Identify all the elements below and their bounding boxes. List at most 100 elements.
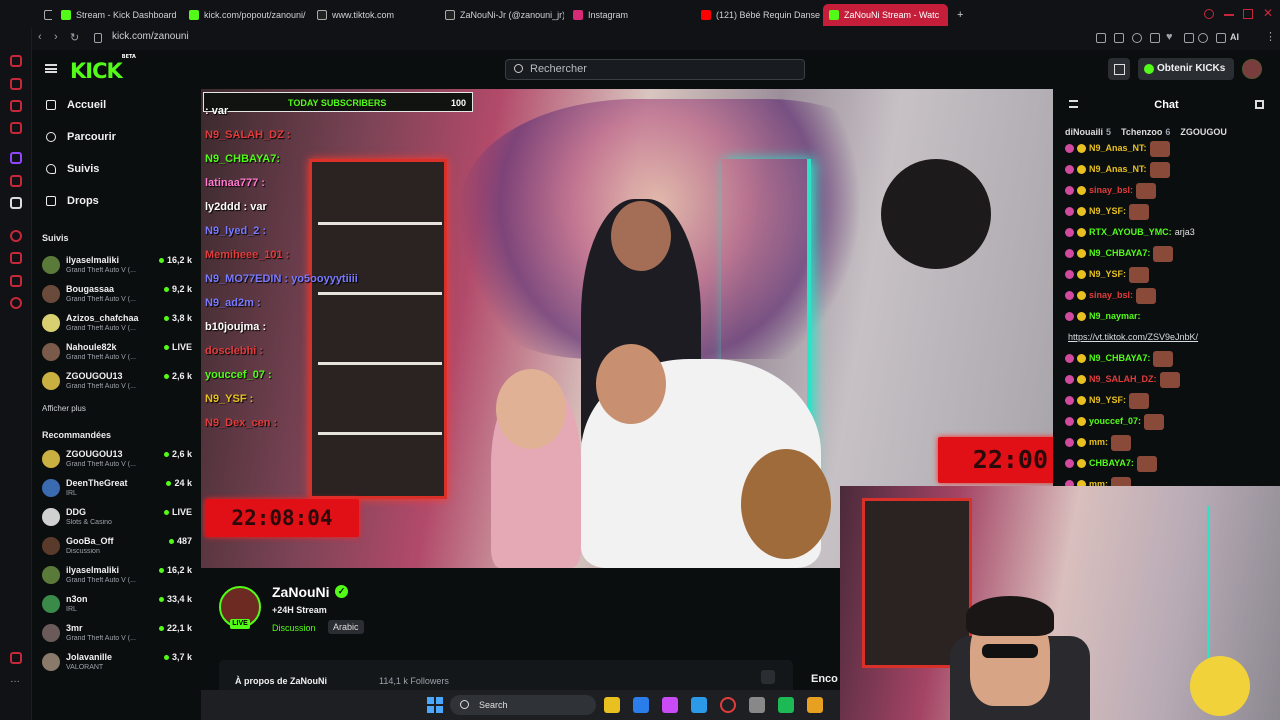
search-input[interactable]: Rechercher xyxy=(505,59,805,80)
chat-username[interactable]: mm: xyxy=(1089,437,1108,447)
search-tabs-icon[interactable] xyxy=(1204,9,1214,19)
chat-username[interactable]: sinay_bsl: xyxy=(1089,185,1133,195)
chat-username[interactable]: N9_YSF: xyxy=(1089,206,1126,216)
emote-icon xyxy=(1153,245,1174,262)
tiktok-icon[interactable] xyxy=(10,175,22,187)
tab-instagram[interactable]: Instagram xyxy=(567,4,692,26)
channel-item[interactable]: ZGOUGOU13 Grand Theft Auto V (... 2,6 k xyxy=(42,447,192,473)
show-more-link[interactable]: Afficher plus xyxy=(42,404,86,413)
forward-icon[interactable]: › xyxy=(54,31,58,43)
chat-link[interactable]: https://vt.tiktok.com/ZSV9eJnbK/ xyxy=(1068,332,1198,342)
instagram-icon[interactable] xyxy=(10,122,22,134)
channel-item[interactable]: ZGOUGOU13 Grand Theft Auto V (... 2,6 k xyxy=(42,369,192,395)
taskbar-app-icon[interactable] xyxy=(633,697,649,713)
messenger-icon[interactable] xyxy=(10,78,22,90)
download-icon[interactable] xyxy=(10,252,22,264)
kick-logo[interactable]: KICKBETA xyxy=(70,54,136,83)
history-icon[interactable] xyxy=(10,230,22,242)
gx-icon[interactable] xyxy=(10,652,22,664)
channel-item[interactable]: DeenTheGreat IRL 24 k xyxy=(42,476,192,502)
chat-message: N9_SALAH_DZ: xyxy=(1065,369,1180,389)
get-kicks-button[interactable]: Obtenir KICKs xyxy=(1138,58,1234,80)
chat-username[interactable]: RTX_AYOUB_YMC: xyxy=(1089,227,1172,237)
taskbar-app-icon[interactable] xyxy=(749,697,765,713)
maximize-icon[interactable] xyxy=(1243,9,1253,19)
twitch-icon[interactable] xyxy=(10,152,22,164)
chat-username[interactable]: N9_naymar: xyxy=(1089,311,1141,321)
emote-icon xyxy=(1129,203,1150,220)
tab-youtube[interactable]: (121) Bébé Requin Danse | xyxy=(695,4,820,26)
channel-item[interactable]: 3mr Grand Theft Auto V (... 22,1 k xyxy=(42,621,192,647)
windows-start-icon[interactable] xyxy=(427,697,443,713)
channel-item[interactable]: n3on IRL 33,4 k xyxy=(42,592,192,618)
taskbar-search[interactable]: Search xyxy=(450,695,596,715)
channel-item[interactable]: Bougassaa Grand Theft Auto V (... 9,2 k xyxy=(42,282,192,308)
stream-category[interactable]: Discussion xyxy=(272,623,316,633)
taskbar-app-icon[interactable] xyxy=(604,697,620,713)
account-icon[interactable] xyxy=(1198,33,1208,43)
close-window-icon[interactable]: ✕ xyxy=(1263,6,1273,20)
taskbar-app-icon[interactable] xyxy=(807,697,823,713)
back-icon[interactable]: ‹ xyxy=(38,31,42,43)
tab-zanouni-stream[interactable]: ZaNouNi Stream - Watc xyxy=(823,4,948,26)
channel-item[interactable]: ilyaselmaliki Grand Theft Auto V (... 16,2… xyxy=(42,253,192,279)
settings-icon[interactable] xyxy=(10,297,22,309)
x-icon[interactable] xyxy=(10,197,22,209)
wallet-icon[interactable] xyxy=(1184,33,1194,43)
nav-home[interactable]: Accueil xyxy=(44,95,106,115)
taskbar-app-icon[interactable] xyxy=(778,697,794,713)
channel-item[interactable]: GooBa_Off Discussion 487 xyxy=(42,534,192,560)
chat-users-icon[interactable] xyxy=(1255,100,1264,109)
heart-icon[interactable]: ♥ xyxy=(1166,31,1173,43)
taskbar-app-icon[interactable] xyxy=(691,697,707,713)
new-tab-button[interactable]: + xyxy=(951,4,967,26)
chat-username[interactable]: N9_Anas_NT: xyxy=(1089,164,1147,174)
aria-icon[interactable] xyxy=(10,55,22,67)
taskbar-app-icon[interactable] xyxy=(662,697,678,713)
channel-category: VALORANT xyxy=(66,664,104,671)
channel-item[interactable]: Azizos_chafchaa Grand Theft Auto V (... 3,… xyxy=(42,311,192,337)
chat-username[interactable]: N9_YSF: xyxy=(1089,269,1126,279)
channel-item[interactable]: DDG Slots & Casino LIVE xyxy=(42,505,192,531)
snapshot-icon[interactable] xyxy=(1114,33,1124,43)
minimize-icon[interactable] xyxy=(1224,14,1234,16)
chat-username[interactable]: N9_CHBAYA7: xyxy=(1089,353,1150,363)
tab-kick-dashboard[interactable]: Stream - Kick Dashboard xyxy=(55,4,180,26)
chat-username[interactable]: N9_CHBAYA7: xyxy=(1089,248,1150,258)
menu-icon[interactable]: ⋮ xyxy=(1265,30,1276,43)
reload-icon[interactable]: ↻ xyxy=(70,31,79,44)
nav-browse[interactable]: Parcourir xyxy=(44,127,116,147)
menu-toggle-icon[interactable] xyxy=(45,64,57,73)
adblock-icon[interactable] xyxy=(1132,33,1142,43)
tab-kick-popout[interactable]: kick.com/popout/zanouni/ xyxy=(183,4,308,26)
chat-username[interactable]: sinay_bsl: xyxy=(1089,290,1133,300)
nav-drops[interactable]: Drops xyxy=(44,191,99,211)
chat-username[interactable]: youccef_07: xyxy=(1089,416,1141,426)
chat-username[interactable]: N9_Anas_NT: xyxy=(1089,143,1147,153)
player-icon[interactable] xyxy=(1150,33,1160,43)
ai-button[interactable]: AI xyxy=(1230,32,1239,42)
chat-username[interactable]: CHBAYA7: xyxy=(1089,458,1134,468)
language-tag[interactable]: Arabic xyxy=(328,620,364,634)
channel-item[interactable]: Nahoule82k Grand Theft Auto V (... LIVE xyxy=(42,340,192,366)
gifter-name: ZGOUGOU xyxy=(1180,127,1227,137)
channel-item[interactable]: ilyaselmaliki Grand Theft Auto V (... 16,2… xyxy=(42,563,192,589)
user-avatar[interactable] xyxy=(1242,59,1262,79)
url-field[interactable]: kick.com/zanouni xyxy=(112,31,189,42)
streamer-name[interactable]: ZaNouNi xyxy=(272,584,330,600)
collapse-icon[interactable] xyxy=(761,670,775,684)
tab-tiktok-profile[interactable]: ZaNouNi-Jr (@zanouni_jr) xyxy=(439,4,564,26)
more-icon[interactable]: … xyxy=(10,674,22,686)
pin-icon[interactable] xyxy=(1096,33,1106,43)
tab-tiktok[interactable]: www.tiktok.com xyxy=(311,4,436,26)
dashboard-button[interactable] xyxy=(1108,58,1130,80)
channel-item[interactable]: Jolavanille VALORANT 3,7 k xyxy=(42,650,192,676)
download-icon[interactable] xyxy=(1216,33,1226,43)
tab-strip-icon[interactable] xyxy=(38,4,52,26)
chat-username[interactable]: N9_YSF: xyxy=(1089,395,1126,405)
extensions-icon[interactable] xyxy=(10,275,22,287)
nav-following[interactable]: Suivis xyxy=(44,159,99,179)
chat-username[interactable]: N9_SALAH_DZ: xyxy=(1089,374,1157,384)
taskbar-app-icon[interactable] xyxy=(720,697,736,713)
whatsapp-icon[interactable] xyxy=(10,100,22,112)
